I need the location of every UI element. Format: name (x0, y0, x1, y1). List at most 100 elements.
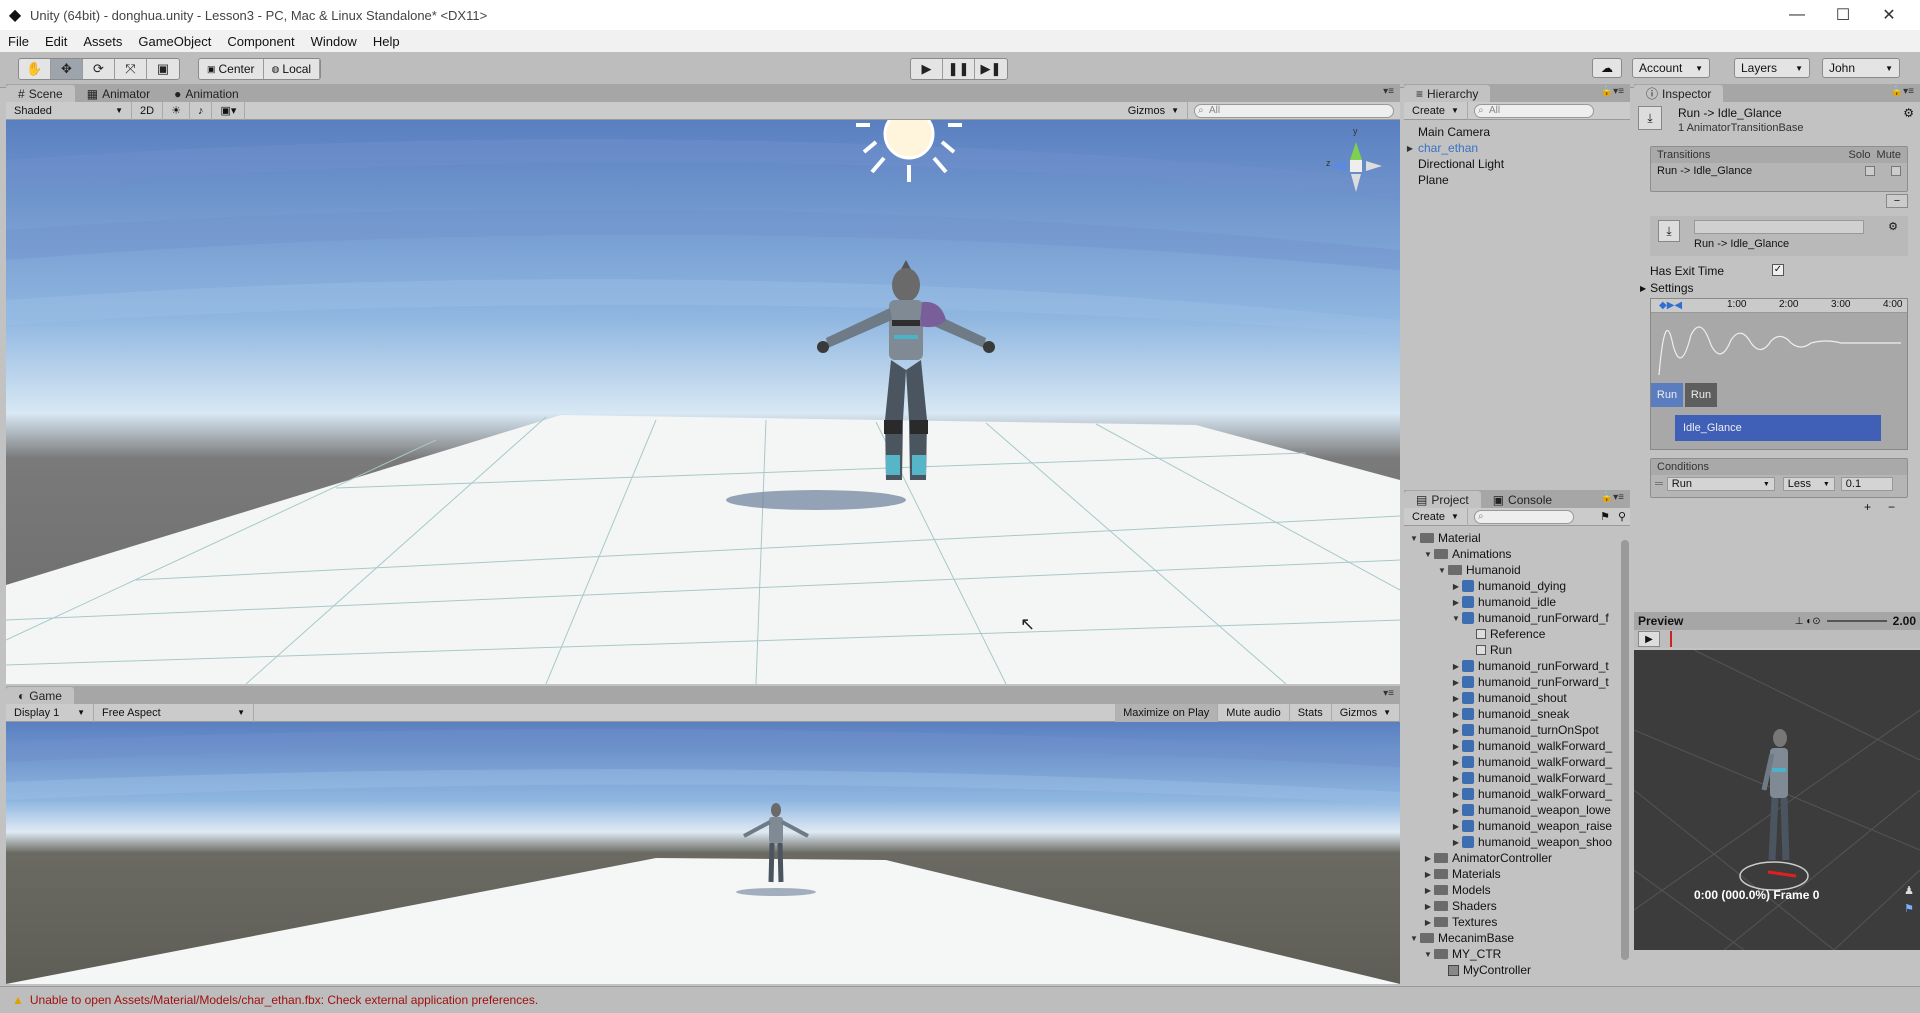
panel-menu-icon[interactable]: 🔒▾≡ (1601, 492, 1624, 503)
menu-file[interactable]: File (0, 34, 37, 49)
project-tree-item[interactable]: ▶ AnimatorController (1404, 850, 1620, 866)
chevron-down-icon[interactable]: ▼ (1408, 534, 1420, 543)
tab-game[interactable]: ◐ Game (6, 687, 74, 704)
project-tree-item[interactable]: ▼ MY_CTR (1404, 946, 1620, 962)
account-dropdown[interactable]: Account ▼ (1632, 58, 1710, 78)
project-tree-item[interactable]: ▼ Humanoid (1404, 562, 1620, 578)
project-tree-item[interactable]: ▶ humanoid_weapon_shoo (1404, 834, 1620, 850)
preview-label-icon[interactable]: ⚑ (1904, 902, 1914, 915)
play-icon[interactable]: ▶ (911, 59, 943, 79)
aspect-dropdown[interactable]: Free Aspect ▼ (94, 703, 254, 722)
audio-toggle-icon[interactable]: ♪ (190, 101, 213, 120)
project-tree-item[interactable]: ▶ humanoid_idle (1404, 594, 1620, 610)
chevron-right-icon[interactable]: ▶ (1450, 790, 1462, 799)
drag-handle-icon[interactable]: ═ (1655, 478, 1663, 490)
filter-label-icon[interactable]: ⚲ (1614, 510, 1630, 523)
hierarchy-item[interactable]: Directional Light (1404, 156, 1630, 172)
tab-project[interactable]: ▤ Project (1404, 491, 1481, 508)
pivot-center-button[interactable]: ▣ Center (199, 59, 264, 79)
project-tree-item[interactable]: Reference (1404, 626, 1620, 642)
project-tree-item[interactable]: ▶ humanoid_runForward_t (1404, 658, 1620, 674)
pivot-local-button[interactable]: ◍ Local (264, 59, 321, 79)
project-tree-item[interactable]: ▶ humanoid_sneak (1404, 706, 1620, 722)
chevron-right-icon[interactable]: ▶ (1450, 806, 1462, 815)
project-tree-item[interactable]: ▶ humanoid_walkForward_ (1404, 754, 1620, 770)
hierarchy-search-input[interactable]: ⌕ All (1473, 103, 1594, 118)
preview-controls-icon[interactable]: ⊥ ◐⊙ (1795, 616, 1821, 627)
layers-dropdown[interactable]: Layers ▼ (1734, 58, 1810, 78)
tab-animator[interactable]: ▦ Animator (75, 85, 162, 102)
chevron-right-icon[interactable]: ▶ (1450, 582, 1462, 591)
chevron-right-icon[interactable]: ▶ (1422, 902, 1434, 911)
orientation-gizmo[interactable]: y z (1326, 126, 1386, 196)
chevron-right-icon[interactable]: ▶ (1422, 886, 1434, 895)
gizmos-dropdown[interactable]: Gizmos ▼ (1120, 101, 1188, 120)
add-condition-button[interactable]: + (1864, 500, 1871, 514)
effects-toggle-icon[interactable]: ▣▾ (212, 101, 246, 120)
chevron-right-icon[interactable]: ▶ (1422, 918, 1434, 927)
menu-component[interactable]: Component (219, 34, 302, 49)
project-scrollbar[interactable] (1621, 540, 1629, 960)
rotate-tool-icon[interactable]: ⟳ (83, 59, 115, 79)
tab-inspector[interactable]: ⓘ Inspector (1634, 85, 1724, 102)
condition-operator-dropdown[interactable]: Less ▼ (1782, 477, 1835, 491)
preview-viewport[interactable]: 0:00 (000.0%) Frame 0 ♟ ⚑ (1634, 650, 1920, 950)
tab-scene[interactable]: # Scene (6, 85, 75, 102)
project-search-input[interactable]: ⌕ (1473, 509, 1574, 524)
menu-help[interactable]: Help (365, 34, 408, 49)
chevron-down-icon[interactable]: ▼ (1408, 934, 1420, 943)
remove-condition-button[interactable]: − (1888, 500, 1895, 514)
project-tree-item[interactable]: ▶ Shaders (1404, 898, 1620, 914)
display-dropdown[interactable]: Display 1 ▼ (6, 703, 94, 722)
settings-gear-icon[interactable]: ⚙ (1903, 106, 1914, 120)
project-tree-item[interactable]: ▶ humanoid_runForward_t (1404, 674, 1620, 690)
chevron-right-icon[interactable]: ▶ (1422, 854, 1434, 863)
rect-tool-icon[interactable]: ▣ (147, 59, 179, 79)
hierarchy-item[interactable]: Main Camera (1404, 124, 1630, 140)
project-tree-item[interactable]: Run (1404, 642, 1620, 658)
shading-dropdown[interactable]: Shaded ▼ (6, 101, 132, 120)
project-tree-item[interactable]: ▶ Materials (1404, 866, 1620, 882)
step-icon[interactable]: ▶❚ (975, 59, 1007, 79)
maximize-button[interactable]: ☐ (1820, 0, 1866, 30)
hand-tool-icon[interactable]: ✋ (19, 59, 51, 79)
filter-type-icon[interactable]: ⚑ (1596, 510, 1614, 523)
chevron-right-icon[interactable]: ▶ (1450, 694, 1462, 703)
tab-console[interactable]: ▣ Console (1481, 491, 1564, 508)
chevron-right-icon[interactable]: ▶ (1450, 822, 1462, 831)
solo-checkbox[interactable] (1865, 166, 1875, 176)
project-tree-item[interactable]: ▶ humanoid_walkForward_ (1404, 738, 1620, 754)
chevron-right-icon[interactable]: ▶ (1450, 598, 1462, 607)
stats-toggle[interactable]: Stats (1290, 703, 1332, 722)
tab-hierarchy[interactable]: ≡ Hierarchy (1404, 85, 1491, 102)
preview-playhead[interactable] (1670, 631, 1672, 647)
minimize-button[interactable]: — (1774, 0, 1820, 30)
scene-viewport[interactable]: y z ↖ (6, 120, 1400, 684)
project-tree-item[interactable]: ▼ MecanimBase (1404, 930, 1620, 946)
panel-menu-icon[interactable]: 🔒▾≡ (1601, 86, 1624, 97)
project-tree-item[interactable]: ▶ humanoid_weapon_raise (1404, 818, 1620, 834)
project-tree-item[interactable]: ▶ humanoid_shout (1404, 690, 1620, 706)
layout-dropdown[interactable]: John ▼ (1822, 58, 1900, 78)
chevron-right-icon[interactable]: ▶ (1450, 742, 1462, 751)
timeline-state-idle-glance[interactable]: Idle_Glance (1675, 415, 1881, 441)
hierarchy-item[interactable]: Plane (1404, 172, 1630, 188)
lighting-toggle-icon[interactable]: ☀ (163, 101, 190, 120)
tab-animation[interactable]: ● Animation (162, 85, 251, 102)
settings-foldout[interactable]: ▶ Settings (1640, 281, 1694, 295)
status-bar[interactable]: ▲ Unable to open Assets/Material/Models/… (0, 986, 1920, 1013)
scale-tool-icon[interactable]: ⤧ (115, 59, 147, 79)
move-tool-icon[interactable]: ✥ (51, 59, 83, 79)
mute-audio-toggle[interactable]: Mute audio (1218, 703, 1290, 722)
chevron-right-icon[interactable]: ▶ (1450, 774, 1462, 783)
preview-speed-slider[interactable] (1826, 620, 1887, 622)
chevron-right-icon[interactable]: ▶ (1450, 710, 1462, 719)
project-tree-item[interactable]: ▶ humanoid_walkForward_ (1404, 786, 1620, 802)
project-tree-item[interactable]: ▶ humanoid_weapon_lowe (1404, 802, 1620, 818)
menu-gameobject[interactable]: GameObject (130, 34, 219, 49)
close-button[interactable]: ✕ (1866, 0, 1912, 30)
cloud-button[interactable]: ☁ (1592, 58, 1622, 78)
timeline-state-run-1[interactable]: Run (1651, 383, 1683, 407)
panel-menu-icon[interactable]: ▾≡ (1383, 688, 1394, 699)
panel-menu-icon[interactable]: 🔒▾≡ (1891, 86, 1914, 97)
